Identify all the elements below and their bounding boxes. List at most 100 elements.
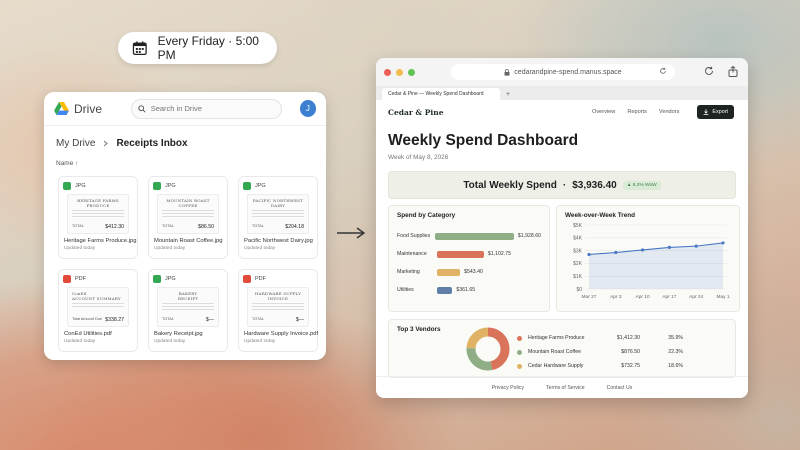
- receipt-thumbnail: HERITAGE FARMS PRODUCE TOTAL $412.30: [67, 194, 129, 234]
- receipt-total: $86.50: [198, 224, 214, 230]
- drive-logo[interactable]: Drive: [54, 102, 123, 116]
- category-bar: [437, 268, 461, 276]
- file-card[interactable]: JPG MOUNTAIN ROAST COFFEE TOTAL $86.50 Mo…: [148, 176, 228, 259]
- file-updated: Updated today: [154, 246, 186, 251]
- file-card[interactable]: JPG HERITAGE FARMS PRODUCE TOTAL $412.30 …: [58, 176, 138, 259]
- wow-badge: ▲ 6.2% WoW: [622, 180, 661, 190]
- file-updated: Updated today: [64, 246, 96, 251]
- site-footer: Privacy Policy Terms of Service Contact …: [376, 376, 748, 398]
- trend-point: [667, 245, 671, 249]
- image-file-icon: [153, 182, 161, 190]
- vendor-percent: 18.6%: [668, 363, 683, 369]
- category-title: Spend by Category: [397, 212, 456, 219]
- category-bar: [435, 232, 514, 240]
- file-type: PDF: [255, 276, 266, 282]
- footer-terms-link[interactable]: Terms of Service: [546, 385, 585, 391]
- vendor-percent: 22.3%: [668, 349, 683, 355]
- category-value: $543.40: [464, 269, 483, 275]
- receipt-total-label: TOTAL: [162, 224, 174, 228]
- legend-dot: [517, 363, 522, 369]
- footer-privacy-link[interactable]: Privacy Policy: [492, 385, 524, 391]
- receipt-total-label: TOTAL: [252, 317, 264, 321]
- trend-point: [587, 252, 591, 257]
- file-card[interactable]: JPG BAKERY RECEIPT TOTAL $— Bakery Receip…: [148, 269, 228, 352]
- address-bar[interactable]: cedarandpine-spend.manus.space: [451, 64, 675, 80]
- file-name: Bakery Receipt.jpg: [154, 331, 203, 337]
- share-icon[interactable]: [728, 66, 738, 77]
- trend-chart: $0 $1K $2K $3K $4K $5K Mar 27 Apr 3 Apr 10 Apr 17…: [573, 223, 730, 300]
- drive-search-input[interactable]: [150, 104, 271, 113]
- file-card[interactable]: PDF ConEd ACCOUNT SUMMARY Total Amount D…: [58, 269, 138, 352]
- category-bar: [437, 250, 484, 258]
- file-grid: JPG HERITAGE FARMS PRODUCE TOTAL $412.30 …: [44, 170, 326, 352]
- reload-icon[interactable]: [704, 66, 714, 76]
- avatar[interactable]: J: [299, 100, 316, 117]
- nav-vendors[interactable]: Vendors: [659, 109, 680, 115]
- y-tick-label: $3K: [573, 248, 583, 254]
- category-label: Maintenance: [397, 251, 427, 257]
- receipt-total-label: TOTAL: [162, 317, 174, 321]
- drive-search-box[interactable]: [130, 98, 282, 119]
- breadcrumb-receipts-inbox[interactable]: Receipts Inbox: [116, 138, 187, 149]
- download-icon: [704, 109, 709, 115]
- category-bar-row: Marketing $543.40: [397, 263, 541, 281]
- trend-area: [589, 242, 723, 289]
- new-tab-button[interactable]: +: [506, 91, 510, 98]
- pdf-file-icon: [243, 275, 251, 283]
- receipt-total-label: Total Amount Due: [72, 317, 102, 321]
- file-name: Hardware Supply Invoice.pdf: [244, 331, 319, 337]
- trend-point: [694, 244, 698, 248]
- nav-reports[interactable]: Reports: [627, 109, 647, 115]
- receipt-thumbnail: BAKERY RECEIPT TOTAL $—: [157, 287, 219, 327]
- tab-dashboard[interactable]: Cedar & Pine — Weekly Spend Dashboard: [382, 88, 500, 100]
- window-minimize-button[interactable]: [396, 68, 403, 76]
- trend-point: [721, 241, 725, 245]
- file-name: Mountain Roast Coffee.jpg: [154, 238, 223, 244]
- nav-overview[interactable]: Overview: [592, 109, 615, 115]
- sort-by-name[interactable]: Name ↑: [44, 152, 326, 170]
- file-card[interactable]: JPG PACIFIC NORTHWEST DAIRY TOTAL $204.18…: [238, 176, 318, 259]
- search-icon: [138, 104, 146, 113]
- reader-icon[interactable]: [659, 67, 667, 75]
- vendor-name: Mountain Roast Coffee: [528, 349, 581, 355]
- browser-window: cedarandpine-spend.manus.space Cedar & P…: [376, 58, 748, 398]
- file-type: PDF: [75, 276, 86, 282]
- y-tick-label: $4K: [573, 236, 583, 242]
- brand-logo[interactable]: Cedar & Pine: [388, 108, 444, 117]
- receipt-total: $338.27: [105, 317, 124, 323]
- window-maximize-button[interactable]: [408, 68, 415, 76]
- window-close-button[interactable]: [384, 68, 391, 76]
- export-button[interactable]: Export: [697, 105, 734, 119]
- receipt-thumbnail: MOUNTAIN ROAST COFFEE TOTAL $86.50: [157, 194, 219, 234]
- file-name: Pacific Northwest Dairy.jpg: [244, 238, 313, 244]
- receipt-total-label: TOTAL: [72, 224, 84, 228]
- url-text: cedarandpine-spend.manus.space: [514, 68, 622, 76]
- image-file-icon: [243, 182, 251, 190]
- y-tick-label: $5K: [573, 223, 583, 229]
- category-bars: Food Supplies $1,928.60 Maintenance $1,102.…: [397, 227, 541, 299]
- file-updated: Updated today: [244, 339, 276, 344]
- trend-title: Week-over-Week Trend: [565, 212, 636, 219]
- footer-contact-link[interactable]: Contact Us: [607, 385, 633, 391]
- file-card[interactable]: PDF HARDWARE SUPPLY INVOICE TOTAL $— Hard…: [238, 269, 318, 352]
- receipt-total-label: TOTAL: [252, 224, 264, 228]
- drive-header: Drive J: [44, 92, 326, 126]
- vendor-row: Cedar Hardware Supply $732.75 18.6%: [517, 359, 683, 373]
- vendor-percent: 35.9%: [668, 335, 683, 341]
- file-type: JPG: [255, 183, 266, 189]
- total-separator: ·: [562, 179, 567, 191]
- category-bar-row: Utilities $361.65: [397, 281, 541, 299]
- vendor-row: Heritage Farms Produce $1,412.30 35.9%: [517, 331, 683, 345]
- receipt-title: BAKERY RECEIPT: [177, 291, 199, 301]
- vendor-row: Mountain Roast Coffee $876.50 22.3%: [517, 345, 683, 359]
- receipt-total: $204.18: [285, 224, 304, 230]
- drive-panel: Drive J My Drive Receipts Inbox Name ↑ J…: [44, 92, 326, 360]
- legend-dot: [517, 335, 522, 341]
- vendor-name: Heritage Farms Produce: [528, 335, 585, 341]
- category-value: $1,928.60: [517, 233, 541, 239]
- breadcrumb-my-drive[interactable]: My Drive: [56, 138, 95, 149]
- file-type: JPG: [165, 276, 176, 282]
- category-card: Spend by Category Food Supplies $1,928.60…: [388, 205, 550, 312]
- schedule-pill: Every Friday · 5:00 PM: [118, 32, 277, 64]
- legend-dot: [517, 349, 522, 355]
